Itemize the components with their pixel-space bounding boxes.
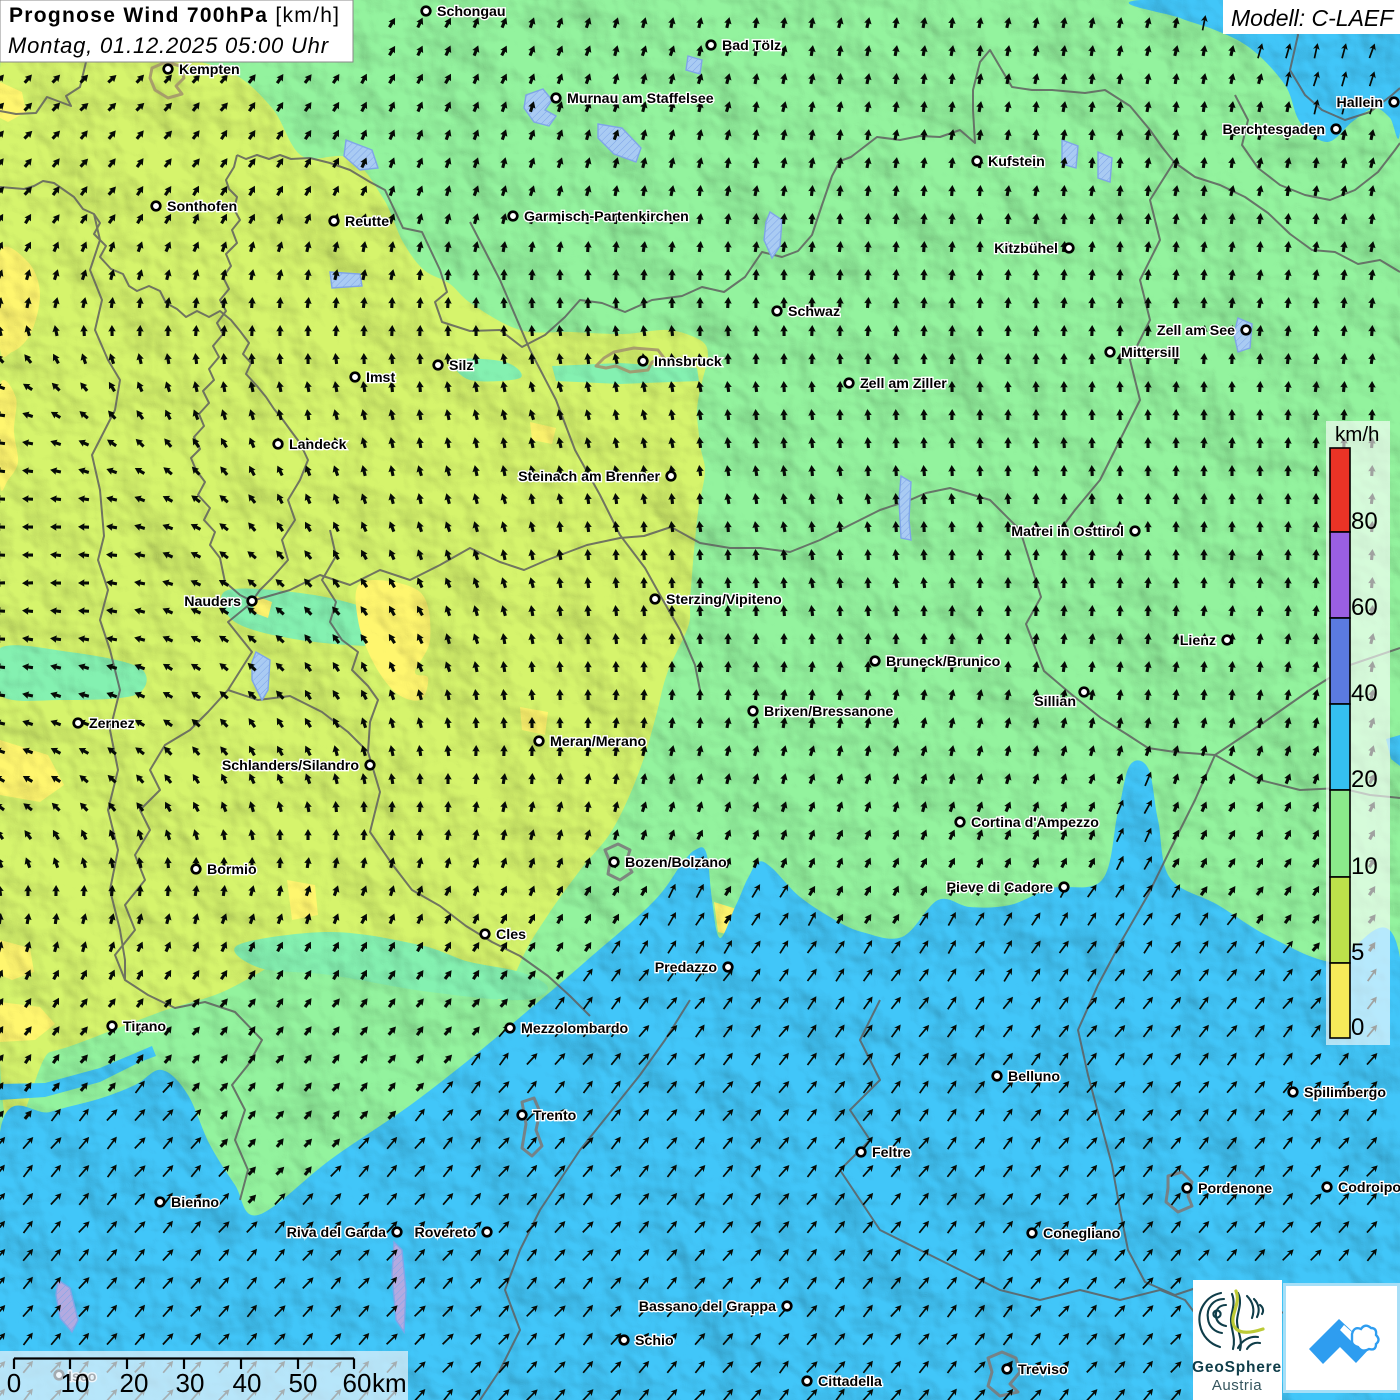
- svg-text:Kempten: Kempten: [179, 62, 240, 78]
- svg-text:Austria: Austria: [1212, 1377, 1262, 1394]
- svg-text:GeoSphere: GeoSphere: [1192, 1359, 1282, 1376]
- svg-text:Bruneck/Brunico: Bruneck/Brunico: [886, 654, 1001, 670]
- svg-text:Bassano del Grappa: Bassano del Grappa: [639, 1299, 776, 1315]
- svg-text:30: 30: [176, 1368, 205, 1398]
- svg-text:Bozen/Bolzano: Bozen/Bolzano: [625, 855, 727, 871]
- svg-text:Belluno: Belluno: [1008, 1069, 1060, 1085]
- svg-text:Innsbruck: Innsbruck: [654, 354, 722, 370]
- svg-text:Codroipo: Codroipo: [1338, 1180, 1400, 1196]
- svg-text:50: 50: [289, 1368, 318, 1398]
- svg-text:80: 80: [1351, 508, 1378, 535]
- svg-text:Montag, 01.12.2025 05:00 Uhr: Montag, 01.12.2025 05:00 Uhr: [8, 33, 330, 58]
- svg-text:Tirano: Tirano: [123, 1019, 166, 1035]
- svg-text:Sonthofen: Sonthofen: [167, 199, 237, 215]
- svg-text:Bormio: Bormio: [207, 862, 257, 878]
- svg-text:Zernez: Zernez: [89, 716, 135, 732]
- svg-text:Pieve di Cadore: Pieve di Cadore: [947, 880, 1054, 896]
- svg-text:Feltre: Feltre: [872, 1145, 911, 1161]
- svg-text:Garmisch-Partenkirchen: Garmisch-Partenkirchen: [524, 209, 689, 225]
- svg-text:40: 40: [1351, 680, 1378, 707]
- svg-text:20: 20: [1351, 766, 1378, 793]
- svg-text:Cles: Cles: [496, 927, 526, 943]
- svg-text:Bienno: Bienno: [171, 1195, 219, 1211]
- svg-text:10: 10: [1351, 853, 1378, 880]
- svg-text:Lienz: Lienz: [1180, 633, 1216, 649]
- svg-text:Treviso: Treviso: [1018, 1362, 1068, 1378]
- svg-text:Zell am Ziller: Zell am Ziller: [860, 376, 947, 392]
- svg-text:Schio: Schio: [635, 1333, 674, 1349]
- svg-text:40: 40: [233, 1368, 262, 1398]
- svg-text:Brixen/Bressanone: Brixen/Bressanone: [764, 704, 893, 720]
- svg-text:Schongau: Schongau: [437, 4, 506, 20]
- svg-text:Schwaz: Schwaz: [788, 304, 840, 320]
- svg-text:Trento: Trento: [533, 1108, 577, 1124]
- svg-text:Mittersill: Mittersill: [1121, 345, 1179, 361]
- svg-text:Landeck: Landeck: [289, 437, 347, 453]
- svg-text:10: 10: [61, 1368, 90, 1398]
- svg-text:Prognose Wind 700hPa [km/h]: Prognose Wind 700hPa [km/h]: [9, 4, 340, 27]
- svg-text:Conegliano: Conegliano: [1043, 1226, 1121, 1242]
- svg-text:Imst: Imst: [366, 370, 395, 386]
- svg-text:Sillian: Sillian: [1034, 694, 1076, 710]
- svg-text:Reutte: Reutte: [345, 214, 389, 230]
- svg-text:5: 5: [1351, 939, 1364, 966]
- svg-text:20: 20: [120, 1368, 149, 1398]
- svg-text:Zell am See: Zell am See: [1157, 323, 1235, 339]
- svg-text:Spilimbergo: Spilimbergo: [1304, 1085, 1386, 1101]
- svg-text:km: km: [372, 1368, 407, 1398]
- svg-text:0: 0: [1351, 1014, 1364, 1041]
- svg-text:Riva del Garda: Riva del Garda: [287, 1225, 386, 1241]
- svg-text:Rovereto: Rovereto: [415, 1225, 477, 1241]
- svg-text:Mezzolombardo: Mezzolombardo: [521, 1021, 629, 1037]
- svg-text:Murnau am Staffelsee: Murnau am Staffelsee: [567, 91, 714, 107]
- svg-text:Bad Tölz: Bad Tölz: [722, 38, 781, 54]
- svg-text:Matrei in Osttirol: Matrei in Osttirol: [1011, 524, 1124, 540]
- svg-text:Cortina d'Ampezzo: Cortina d'Ampezzo: [971, 815, 1099, 831]
- svg-text:Nauders: Nauders: [184, 594, 241, 610]
- svg-text:Silz: Silz: [449, 358, 473, 374]
- svg-text:Modell: C-LAEF: Modell: C-LAEF: [1231, 5, 1395, 31]
- svg-text:Pordenone: Pordenone: [1198, 1181, 1272, 1197]
- svg-text:Berchtesgaden: Berchtesgaden: [1223, 122, 1326, 138]
- svg-text:Steinach am Brenner: Steinach am Brenner: [518, 469, 660, 485]
- svg-text:Sterzing/Vipiteno: Sterzing/Vipiteno: [666, 592, 782, 608]
- svg-text:Meran/Merano: Meran/Merano: [550, 734, 647, 750]
- svg-text:60: 60: [1351, 594, 1378, 621]
- svg-text:0: 0: [7, 1368, 21, 1398]
- svg-text:Hallein: Hallein: [1336, 95, 1383, 111]
- svg-text:60: 60: [343, 1368, 372, 1398]
- svg-text:Cittadella: Cittadella: [818, 1374, 882, 1390]
- svg-text:Kitzbühel: Kitzbühel: [994, 241, 1058, 257]
- svg-text:km/h: km/h: [1335, 423, 1379, 446]
- svg-text:Schlanders/Silandro: Schlanders/Silandro: [222, 758, 360, 774]
- svg-text:Predazzo: Predazzo: [655, 960, 718, 976]
- svg-text:Kufstein: Kufstein: [988, 154, 1045, 170]
